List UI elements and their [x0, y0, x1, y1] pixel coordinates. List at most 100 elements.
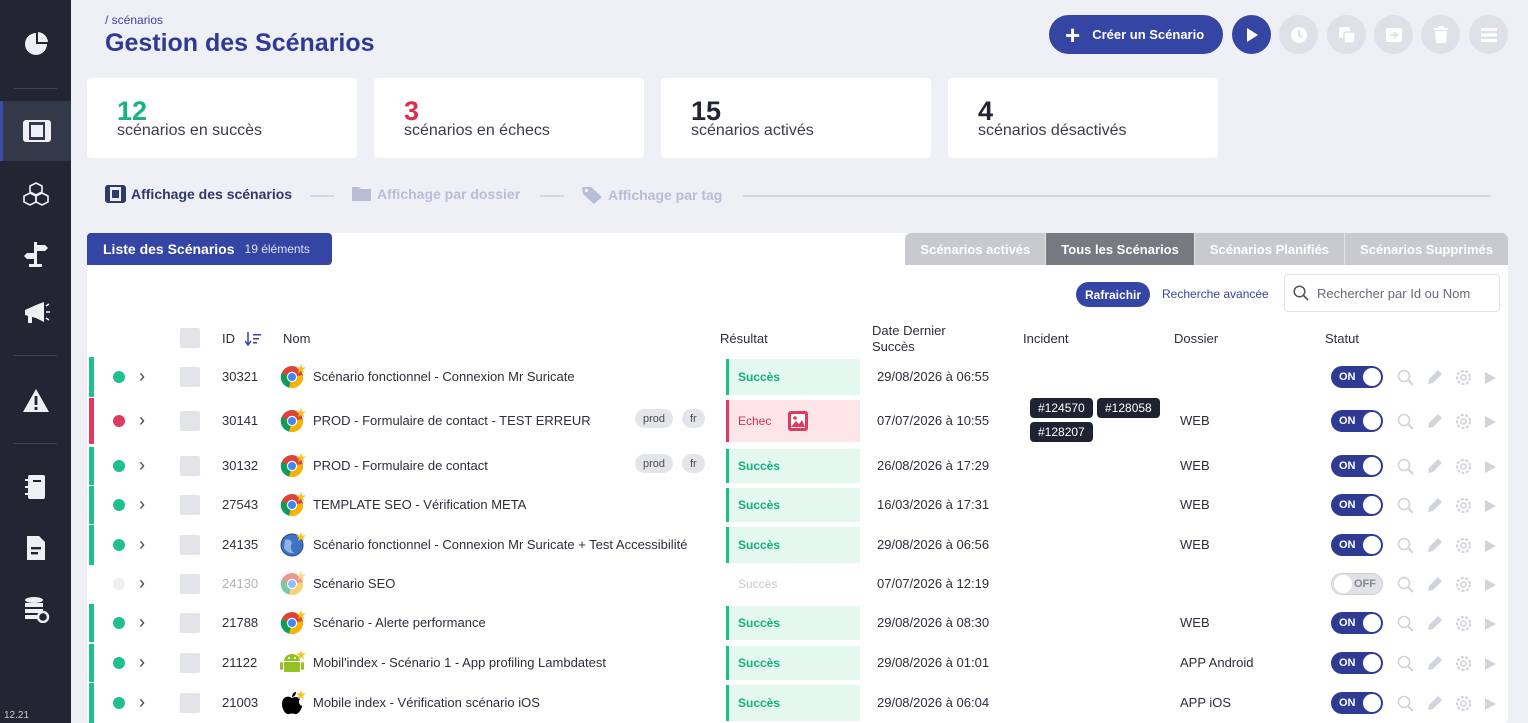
status-toggle[interactable]: ON — [1331, 366, 1383, 388]
expand-chevron-icon[interactable]: › — [139, 574, 145, 592]
edit-pencil-icon[interactable] — [1425, 575, 1444, 594]
search-input[interactable] — [1317, 285, 1497, 301]
expand-chevron-icon[interactable]: › — [139, 693, 145, 711]
row-checkbox[interactable] — [180, 574, 200, 594]
row-checkbox[interactable] — [180, 495, 200, 515]
run-play-icon[interactable] — [1483, 370, 1497, 386]
row-checkbox[interactable] — [180, 613, 200, 633]
tab-scheduled-scenarios[interactable]: Scénarios Planifiés — [1193, 233, 1345, 265]
row-checkbox[interactable] — [180, 456, 200, 476]
zoom-icon[interactable] — [1397, 413, 1415, 431]
status-toggle[interactable]: ON — [1331, 652, 1383, 674]
advanced-search-link[interactable]: Recherche avancée — [1162, 287, 1269, 301]
play-button[interactable] — [1232, 15, 1271, 54]
database-gear-icon[interactable] — [0, 580, 71, 638]
column-folder-header[interactable]: Dossier — [1174, 331, 1218, 347]
stat-card-enabled[interactable]: 15 scénarios activés — [661, 78, 931, 158]
tag-badge[interactable]: prod — [635, 454, 674, 473]
tab-enabled-scenarios[interactable]: Scénarios activés — [905, 233, 1046, 265]
run-play-icon[interactable] — [1483, 696, 1497, 712]
megaphone-icon[interactable] — [0, 284, 71, 342]
duplicate-button[interactable] — [1327, 15, 1366, 54]
edit-pencil-icon[interactable] — [1425, 412, 1444, 431]
scenario-name[interactable]: PROD - Formulaire de contact - TEST ERRE… — [313, 413, 591, 428]
column-date-header[interactable]: Date Dernier Succès — [872, 323, 962, 355]
tag-badge[interactable]: prod — [635, 409, 674, 428]
status-toggle[interactable]: ON — [1331, 410, 1383, 432]
zoom-icon[interactable] — [1397, 576, 1415, 594]
row-checkbox[interactable] — [180, 653, 200, 673]
scenario-name[interactable]: TEMPLATE SEO - Vérification META — [313, 497, 526, 512]
dashboard-pie-chart-icon[interactable] — [0, 15, 71, 73]
incident-badge[interactable]: #124570 — [1030, 398, 1093, 418]
edit-pencil-icon[interactable] — [1425, 368, 1444, 387]
expand-chevron-icon[interactable]: › — [139, 613, 145, 631]
status-toggle[interactable]: ON — [1331, 534, 1383, 556]
table-row[interactable]: › 30321 Scénario fonctionnel - Connexion M… — [87, 357, 1508, 397]
row-checkbox[interactable] — [180, 693, 200, 713]
zoom-icon[interactable] — [1397, 537, 1415, 555]
edit-pencil-icon[interactable] — [1425, 457, 1444, 476]
stat-card-disabled[interactable]: 4 scénarios désactivés — [948, 78, 1218, 158]
row-checkbox[interactable] — [180, 535, 200, 555]
tag-badge[interactable]: fr — [682, 454, 705, 473]
scenario-name[interactable]: Scénario fonctionnel - Connexion Mr Suri… — [313, 369, 575, 384]
refresh-button[interactable]: Rafraichir — [1076, 282, 1151, 307]
warning-icon[interactable] — [0, 372, 71, 430]
settings-gear-icon[interactable] — [1454, 536, 1473, 555]
expand-chevron-icon[interactable]: › — [139, 367, 145, 385]
settings-gear-icon[interactable] — [1454, 412, 1473, 431]
zoom-icon[interactable] — [1397, 369, 1415, 387]
tab-all-scenarios[interactable]: Tous les Scénarios — [1045, 233, 1194, 265]
expand-chevron-icon[interactable]: › — [139, 411, 145, 429]
run-play-icon[interactable] — [1483, 498, 1497, 514]
zoom-icon[interactable] — [1397, 695, 1415, 713]
view-scenarios-link[interactable]: Affichage des scénarios — [105, 185, 292, 203]
status-toggle[interactable]: ON — [1331, 612, 1383, 634]
table-row[interactable]: › 21003 Mobile index - Vérification scénar… — [87, 683, 1508, 723]
scenario-name[interactable]: Scénario fonctionnel - Connexion Mr Suri… — [313, 537, 687, 552]
table-row[interactable]: › 24135 Scénario fonctionnel - Connexion M… — [87, 525, 1508, 565]
expand-chevron-icon[interactable]: › — [139, 535, 145, 553]
settings-gear-icon[interactable] — [1454, 368, 1473, 387]
status-toggle[interactable]: ON — [1331, 494, 1383, 516]
scenario-name[interactable]: Mobile index - Vérification scénario iOS — [313, 695, 540, 710]
create-scenario-button[interactable]: + Créer un Scénario — [1049, 15, 1223, 54]
settings-gear-icon[interactable] — [1454, 694, 1473, 713]
scenario-name[interactable]: Scénario - Alerte performance — [313, 615, 486, 630]
settings-gear-icon[interactable] — [1454, 614, 1473, 633]
select-all-checkbox[interactable] — [180, 328, 200, 348]
run-play-icon[interactable] — [1483, 459, 1497, 475]
incident-badge[interactable]: #128207 — [1030, 422, 1093, 442]
expand-chevron-icon[interactable]: › — [139, 495, 145, 513]
zoom-icon[interactable] — [1397, 615, 1415, 633]
stat-card-success[interactable]: 12 scénarios en succès — [87, 78, 357, 158]
schedule-button[interactable] — [1279, 15, 1318, 54]
scenarios-film-icon[interactable] — [0, 101, 71, 161]
status-toggle[interactable]: ON — [1331, 455, 1383, 477]
delete-button[interactable] — [1421, 15, 1460, 54]
expand-chevron-icon[interactable]: › — [139, 456, 145, 474]
list-menu-button[interactable] — [1469, 15, 1508, 54]
edit-pencil-icon[interactable] — [1425, 694, 1444, 713]
notebook-icon[interactable] — [0, 458, 71, 516]
edit-pencil-icon[interactable] — [1425, 614, 1444, 633]
scenario-name[interactable]: PROD - Formulaire de contact — [313, 458, 488, 473]
table-row[interactable]: › 21788 Scénario - Alerte performance Succè… — [87, 604, 1508, 642]
run-play-icon[interactable] — [1483, 414, 1497, 430]
tag-badge[interactable]: fr — [682, 409, 705, 428]
move-button[interactable] — [1374, 15, 1413, 54]
settings-gear-icon[interactable] — [1454, 654, 1473, 673]
document-icon[interactable] — [0, 519, 71, 577]
zoom-icon[interactable] — [1397, 497, 1415, 515]
scenario-name[interactable]: Mobil'index - Scénario 1 - App profiling… — [313, 655, 606, 670]
stat-card-failures[interactable]: 3 scénarios en échecs — [374, 78, 644, 158]
column-id-header[interactable]: ID — [222, 331, 261, 347]
expand-chevron-icon[interactable]: › — [139, 653, 145, 671]
view-tag-link[interactable]: Affichage par tag — [581, 185, 722, 205]
run-play-icon[interactable] — [1483, 538, 1497, 554]
row-checkbox[interactable] — [180, 367, 200, 387]
table-row[interactable]: › 24130 Scénario SEO Succès 07/07/2026 à 12:… — [87, 565, 1508, 603]
screenshot-image-icon[interactable] — [787, 410, 809, 432]
breadcrumb[interactable]: / scénarios — [105, 13, 163, 27]
